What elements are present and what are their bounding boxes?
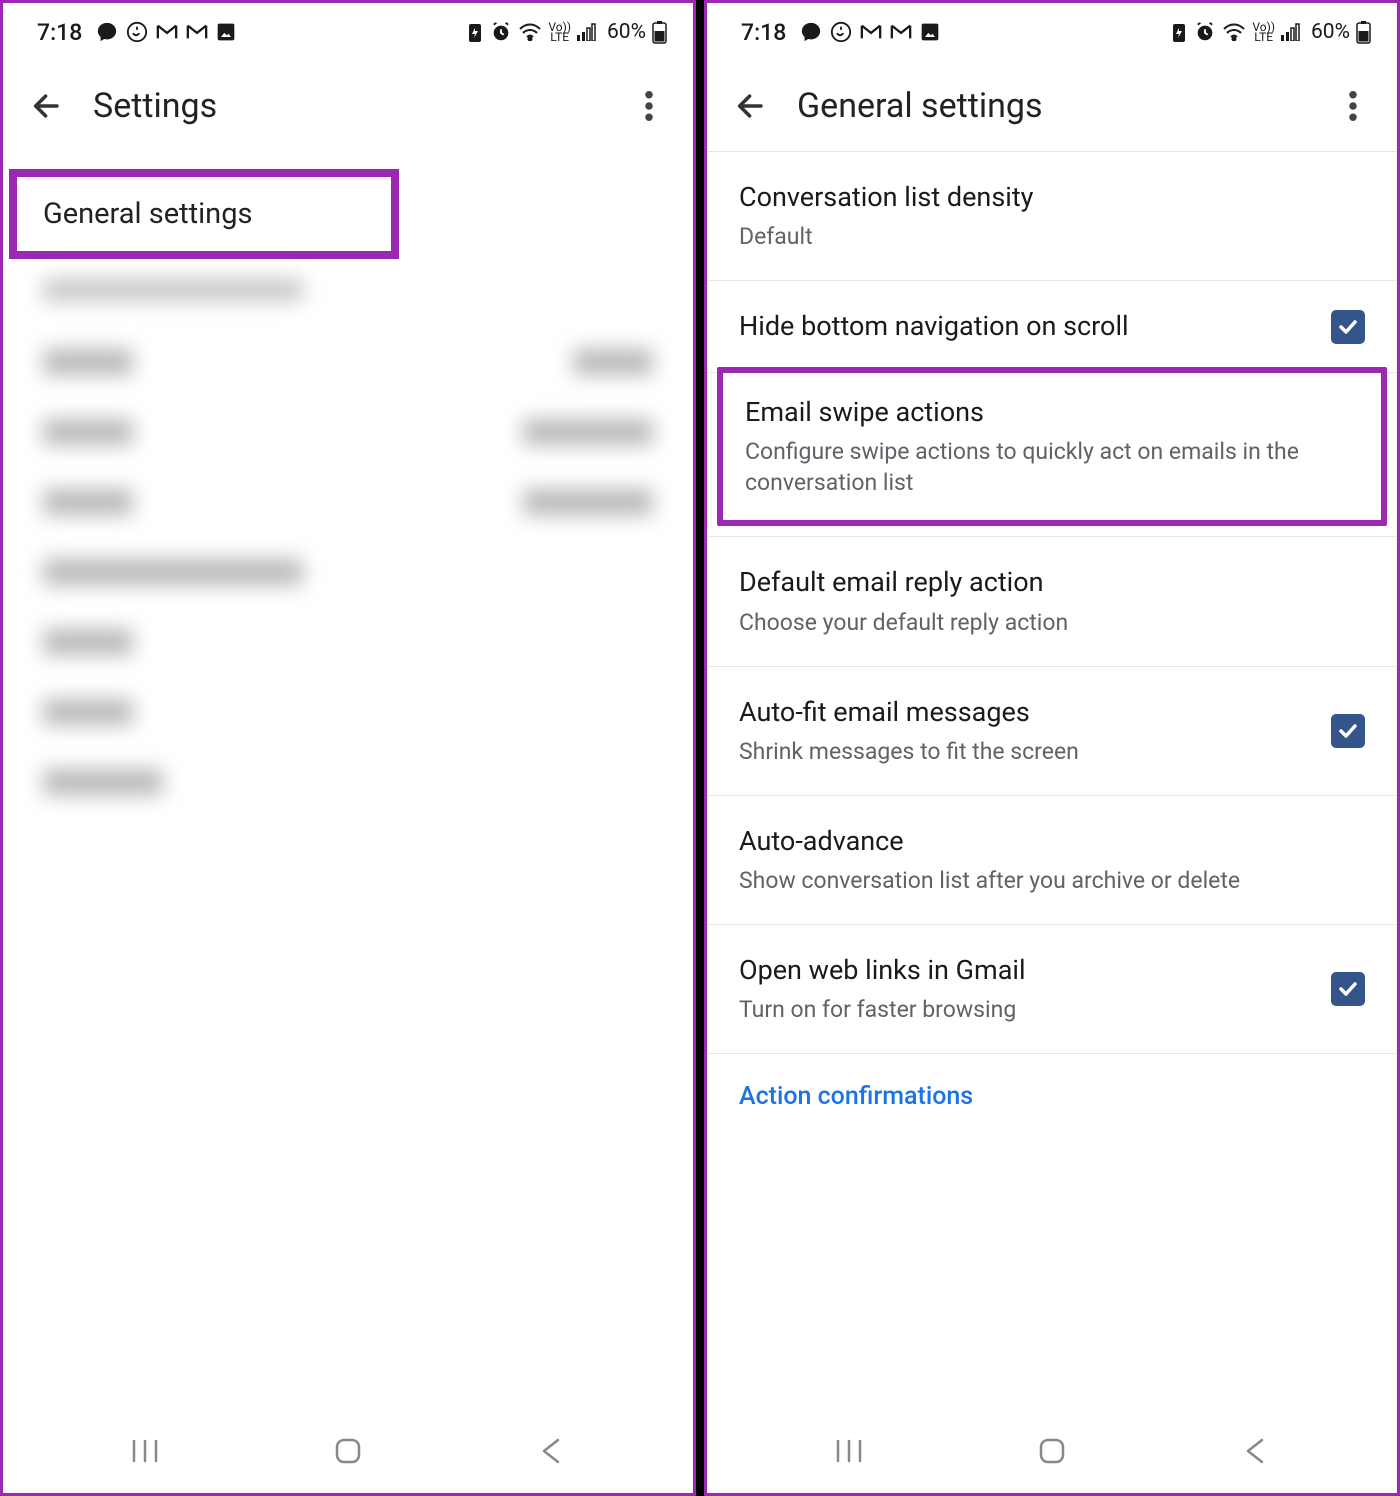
item-title: Default email reply action bbox=[739, 565, 1365, 600]
chat-bubble-icon bbox=[96, 21, 118, 43]
home-button[interactable] bbox=[1022, 1431, 1082, 1471]
status-left: 7:18 bbox=[741, 19, 940, 46]
item-title: Email swipe actions bbox=[745, 395, 1359, 430]
item-sub: Shrink messages to fit the screen bbox=[739, 736, 1313, 767]
battery-saver-icon bbox=[466, 22, 484, 42]
checkbox-checked-icon[interactable] bbox=[1331, 714, 1365, 748]
checkbox-checked-icon[interactable] bbox=[1331, 310, 1365, 344]
gmail-m-icon-2 bbox=[186, 23, 208, 41]
back-arrow-icon[interactable] bbox=[27, 86, 67, 126]
gmail-m-icon-2 bbox=[890, 23, 912, 41]
overflow-menu-icon[interactable] bbox=[629, 86, 669, 126]
android-nav-bar bbox=[707, 1409, 1397, 1493]
setting-open-web-links[interactable]: Open web links in Gmail Turn on for fast… bbox=[707, 925, 1397, 1054]
vertical-divider bbox=[696, 0, 704, 1496]
item-title: Conversation list density bbox=[739, 180, 1365, 215]
setting-hide-bottom-nav[interactable]: Hide bottom navigation on scroll bbox=[707, 281, 1397, 373]
general-settings-label: General settings bbox=[43, 197, 365, 231]
volte-icon: Vo))LTE bbox=[1252, 22, 1275, 42]
highlight-email-swipe: Email swipe actions Configure swipe acti… bbox=[717, 367, 1387, 526]
gmail-m-icon bbox=[156, 23, 178, 41]
alarm-icon bbox=[490, 21, 512, 43]
alarm-icon bbox=[1194, 21, 1216, 43]
back-button[interactable] bbox=[521, 1431, 581, 1471]
item-sub: Default bbox=[739, 221, 1365, 252]
home-button[interactable] bbox=[318, 1431, 378, 1471]
app-bar: Settings bbox=[3, 61, 693, 151]
signal-icon bbox=[1281, 23, 1303, 41]
setting-email-swipe-actions[interactable]: Email swipe actions Configure swipe acti… bbox=[723, 373, 1381, 520]
item-title: Hide bottom navigation on scroll bbox=[739, 309, 1313, 344]
whatsapp-icon bbox=[126, 21, 148, 43]
recents-button[interactable] bbox=[115, 1431, 175, 1471]
signal-icon bbox=[577, 23, 599, 41]
battery-icon bbox=[1356, 20, 1371, 44]
item-sub: Configure swipe actions to quickly act o… bbox=[745, 436, 1359, 498]
page-title: Settings bbox=[93, 86, 603, 126]
back-arrow-icon[interactable] bbox=[731, 86, 771, 126]
setting-conversation-density[interactable]: Conversation list density Default bbox=[707, 152, 1397, 281]
phone-left: 7:18 Vo))LTE 60% Settings General set bbox=[0, 0, 696, 1496]
recents-button[interactable] bbox=[819, 1431, 879, 1471]
battery-percent: 60% bbox=[1311, 20, 1350, 44]
volte-icon: Vo))LTE bbox=[548, 22, 571, 42]
status-left: 7:18 bbox=[37, 19, 236, 46]
status-right: Vo))LTE 60% bbox=[1170, 20, 1371, 44]
status-right: Vo))LTE 60% bbox=[466, 20, 667, 44]
item-sub: Show conversation list after you archive… bbox=[739, 865, 1365, 896]
status-bar: 7:18 Vo))LTE 60% bbox=[3, 3, 693, 61]
back-button[interactable] bbox=[1225, 1431, 1285, 1471]
status-time: 7:18 bbox=[741, 19, 786, 46]
photo-icon bbox=[920, 22, 940, 42]
setting-default-reply[interactable]: Default email reply action Choose your d… bbox=[707, 536, 1397, 666]
chat-bubble-icon bbox=[800, 21, 822, 43]
general-settings-item[interactable]: General settings bbox=[9, 169, 399, 259]
phone-right: 7:18 Vo))LTE 60% General settings bbox=[704, 0, 1400, 1496]
status-bar: 7:18 Vo))LTE 60% bbox=[707, 3, 1397, 61]
overflow-menu-icon[interactable] bbox=[1333, 86, 1373, 126]
gmail-m-icon bbox=[860, 23, 882, 41]
item-sub: Turn on for faster browsing bbox=[739, 994, 1313, 1025]
status-time: 7:18 bbox=[37, 19, 82, 46]
whatsapp-icon bbox=[830, 21, 852, 43]
android-nav-bar bbox=[3, 1409, 693, 1493]
checkbox-checked-icon[interactable] bbox=[1331, 972, 1365, 1006]
setting-auto-advance[interactable]: Auto-advance Show conversation list afte… bbox=[707, 796, 1397, 925]
blurred-accounts bbox=[3, 259, 693, 859]
page-title: General settings bbox=[797, 86, 1307, 126]
battery-percent: 60% bbox=[607, 20, 646, 44]
item-sub: Choose your default reply action bbox=[739, 607, 1365, 638]
app-bar: General settings bbox=[707, 61, 1397, 151]
wifi-icon bbox=[518, 23, 542, 41]
item-title: Open web links in Gmail bbox=[739, 953, 1313, 988]
photo-icon bbox=[216, 22, 236, 42]
content-right: Conversation list density Default Hide b… bbox=[707, 151, 1397, 1409]
item-title: Auto-advance bbox=[739, 824, 1365, 859]
section-header-action-confirmations: Action confirmations bbox=[707, 1054, 1397, 1117]
content-left: General settings bbox=[3, 151, 693, 1409]
wifi-icon bbox=[1222, 23, 1246, 41]
item-title: Auto-fit email messages bbox=[739, 695, 1313, 730]
setting-autofit[interactable]: Auto-fit email messages Shrink messages … bbox=[707, 667, 1397, 796]
battery-saver-icon bbox=[1170, 22, 1188, 42]
battery-icon bbox=[652, 20, 667, 44]
